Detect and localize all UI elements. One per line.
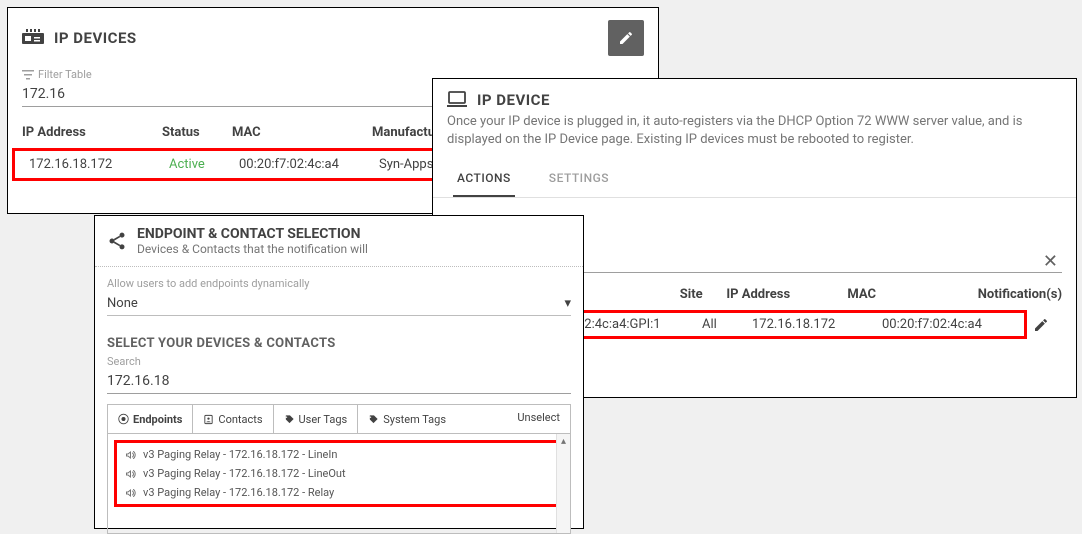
ip-devices-header: IP DEVICES xyxy=(8,8,658,68)
share-icon xyxy=(107,231,127,251)
chip-icon xyxy=(22,29,44,47)
endpoint-icon: ⦿ xyxy=(118,411,129,427)
endpoint-selection-panel: ENDPOINT & CONTACT SELECTION Devices & C… xyxy=(94,215,584,529)
tag-icon xyxy=(368,414,379,425)
device-icon xyxy=(447,91,467,109)
col-ip: IP Address xyxy=(22,125,162,140)
panel-description: Once your IP device is plugged in, it au… xyxy=(433,113,1076,161)
cell-ip: 172.16.18.172 xyxy=(29,157,169,172)
col-status: Status xyxy=(162,125,232,140)
scroll-up-icon[interactable]: ▴ xyxy=(557,434,570,448)
selection-tabs: ⦿ Endpoints Contacts User Tags System Ta… xyxy=(107,404,571,434)
page-title: IP DEVICES xyxy=(54,29,137,47)
col-site: Site xyxy=(680,287,727,302)
col-mac: MAC xyxy=(847,287,977,302)
allow-dropdown[interactable]: None ▾ xyxy=(107,292,571,316)
endpoint-list: v3 Paging Relay - 172.16.18.172 - LineIn… xyxy=(107,434,571,534)
edit-button[interactable] xyxy=(608,20,644,56)
unselect-button[interactable]: Unselect xyxy=(507,405,570,433)
tab-contacts[interactable]: Contacts xyxy=(193,405,273,433)
tag-icon xyxy=(284,414,295,425)
panel-title: IP DEVICE xyxy=(477,91,550,109)
allow-label: Allow users to add endpoints dynamically xyxy=(95,267,583,290)
edit-row-button[interactable] xyxy=(1027,317,1062,333)
list-item[interactable]: v3 Paging Relay - 172.16.18.172 - Relay xyxy=(121,483,557,502)
panel-subtitle: Devices & Contacts that the notification… xyxy=(137,242,368,256)
scrollbar[interactable]: ▴ xyxy=(556,434,570,533)
list-item[interactable]: v3 Paging Relay - 172.16.18.172 - LineIn xyxy=(121,445,557,464)
chevron-down-icon: ▾ xyxy=(564,296,571,311)
col-mac: MAC xyxy=(232,125,372,140)
cell-ip: 172.16.18.172 xyxy=(752,317,882,332)
speaker-icon xyxy=(125,468,137,480)
filter-icon xyxy=(22,70,34,80)
col-notifications: Notification(s) xyxy=(978,287,1062,302)
speaker-icon xyxy=(125,449,137,461)
speaker-icon xyxy=(125,487,137,499)
search-label: Search xyxy=(107,355,571,368)
cell-mac: 00:20:f7:02:4c:a4 xyxy=(239,157,379,172)
select-title: SELECT YOUR DEVICES & CONTACTS xyxy=(95,316,583,353)
tab-user-tags[interactable]: User Tags xyxy=(274,405,359,433)
panel-title: ENDPOINT & CONTACT SELECTION xyxy=(137,226,368,242)
cell-site: All xyxy=(702,317,752,332)
col-ip: IP Address xyxy=(726,287,847,302)
ip-device-header: IP DEVICE xyxy=(433,79,1076,113)
allow-value: None xyxy=(107,296,138,311)
cell-mac: 00:20:f7:02:4c:a4 xyxy=(882,317,1022,332)
search-input[interactable] xyxy=(107,371,571,394)
tab-system-tags[interactable]: System Tags xyxy=(358,405,456,433)
clear-icon[interactable]: ✕ xyxy=(1039,251,1062,272)
cell-status: Active xyxy=(169,157,239,172)
list-item[interactable]: v3 Paging Relay - 172.16.18.172 - LineOu… xyxy=(121,464,557,483)
contact-icon xyxy=(203,414,214,425)
tab-endpoints[interactable]: ⦿ Endpoints xyxy=(108,405,193,433)
tab-actions[interactable]: ACTIONS xyxy=(453,161,515,197)
tab-settings[interactable]: SETTINGS xyxy=(545,161,613,197)
device-tabs: ACTIONS SETTINGS xyxy=(433,161,1076,198)
endpoint-header: ENDPOINT & CONTACT SELECTION Devices & C… xyxy=(95,216,583,267)
